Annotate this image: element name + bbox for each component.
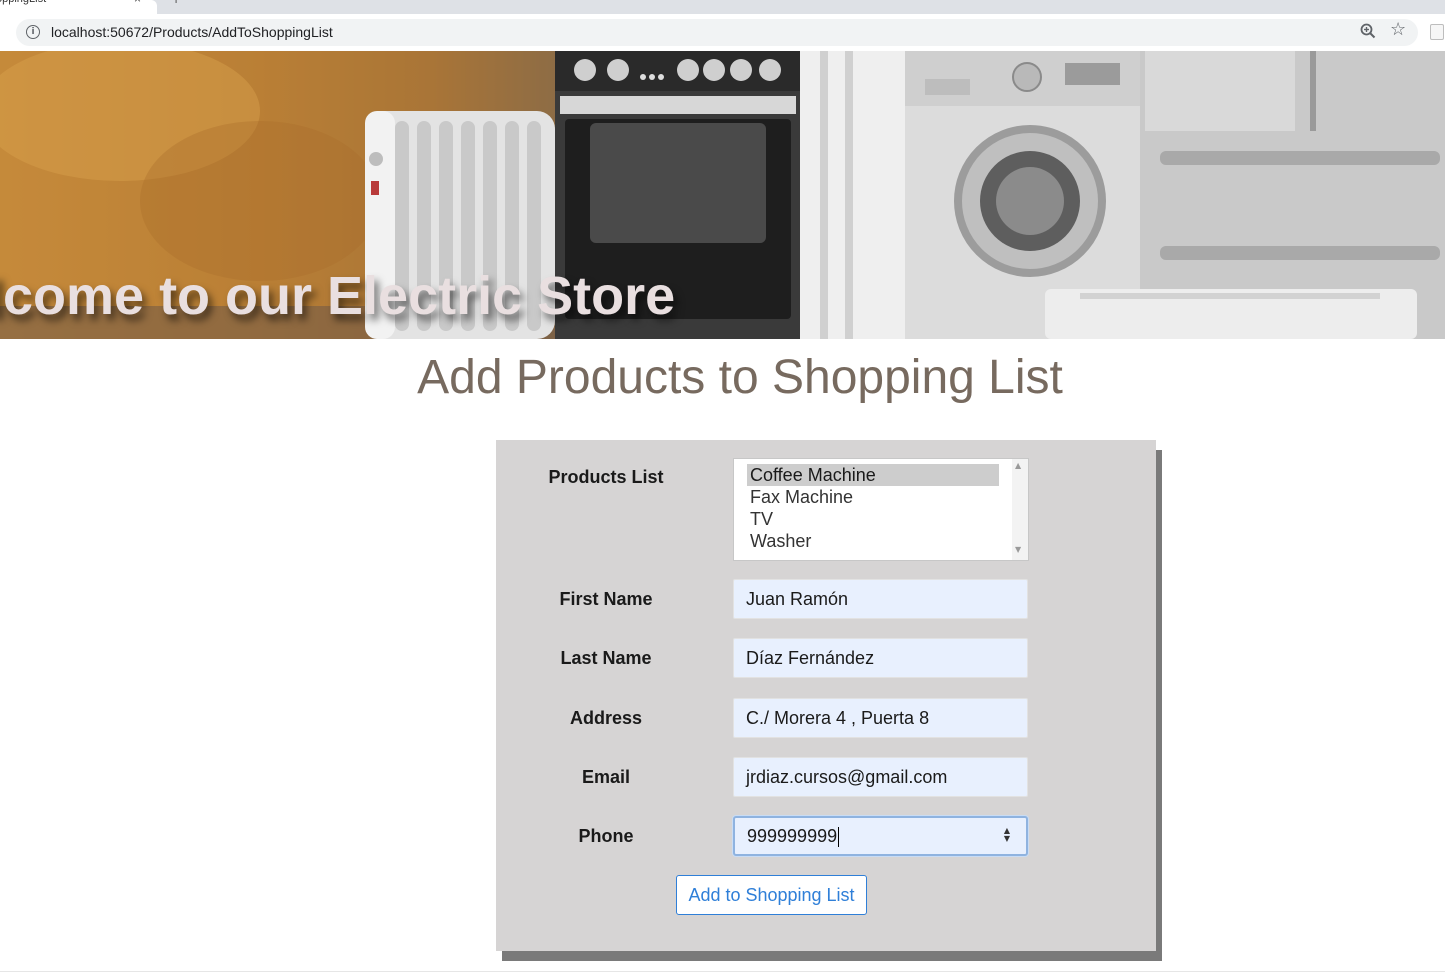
address-bar[interactable]: i localhost:50672/Products/AddToShopping…: [16, 19, 1418, 46]
last-name-label: Last Name: [560, 648, 652, 668]
zoom-icon[interactable]: [1359, 22, 1377, 40]
phone-label: Phone: [578, 826, 634, 846]
extension-icon[interactable]: [1430, 24, 1444, 40]
shopping-list-form: Products List Coffee Machine Fax Machine…: [496, 440, 1156, 951]
phone-input[interactable]: 999999999 ▲ ▼: [733, 816, 1028, 856]
first-name-input[interactable]: Juan Ramón: [733, 579, 1028, 619]
tab-close-icon[interactable]: ×: [134, 0, 141, 6]
address-label: Address: [569, 708, 643, 728]
email-input[interactable]: jrdiaz.cursos@gmail.com: [733, 757, 1028, 797]
number-spinner-icon[interactable]: ▲ ▼: [1002, 827, 1012, 845]
tab-strip: oppingList × +: [0, 0, 1445, 14]
info-icon[interactable]: i: [26, 25, 40, 39]
url-text[interactable]: localhost:50672/Products/AddToShoppingLi…: [51, 24, 333, 40]
scroll-up-arrow-icon[interactable]: ▲: [1015, 461, 1021, 470]
phone-input-value: 999999999: [747, 826, 838, 846]
products-listbox[interactable]: Coffee Machine Fax Machine TV Washer ▲ ▼: [733, 458, 1029, 561]
new-tab-icon[interactable]: +: [172, 0, 180, 7]
address-input[interactable]: C./ Morera 4 , Puerta 8: [733, 698, 1028, 738]
email-label: Email: [581, 767, 631, 787]
product-option[interactable]: Washer: [747, 530, 814, 552]
page-bottom-divider: [0, 971, 1445, 972]
product-option[interactable]: TV: [747, 508, 776, 530]
product-option[interactable]: Fax Machine: [747, 486, 856, 508]
first-name-label: First Name: [559, 589, 653, 609]
browser-toolbar: i localhost:50672/Products/AddToShopping…: [0, 14, 1445, 52]
product-option[interactable]: Coffee Machine: [747, 464, 999, 486]
store-banner: lcome to our Electric Store: [0, 51, 1445, 339]
tab-title: oppingList: [0, 0, 46, 5]
bookmark-star-icon[interactable]: ☆: [1390, 19, 1406, 40]
add-to-shopping-list-button[interactable]: Add to Shopping List: [676, 875, 867, 915]
text-caret: [838, 827, 840, 848]
banner-welcome-text: lcome to our Electric Store: [0, 266, 676, 326]
listbox-scrollbar[interactable]: ▲ ▼: [1012, 459, 1028, 560]
browser-tab[interactable]: oppingList ×: [0, 0, 157, 14]
page-title: Add Products to Shopping List: [417, 351, 1063, 404]
scroll-down-arrow-icon[interactable]: ▼: [1015, 545, 1021, 554]
products-list-label: Products List: [548, 467, 664, 487]
last-name-input[interactable]: Díaz Fernández: [733, 638, 1028, 678]
